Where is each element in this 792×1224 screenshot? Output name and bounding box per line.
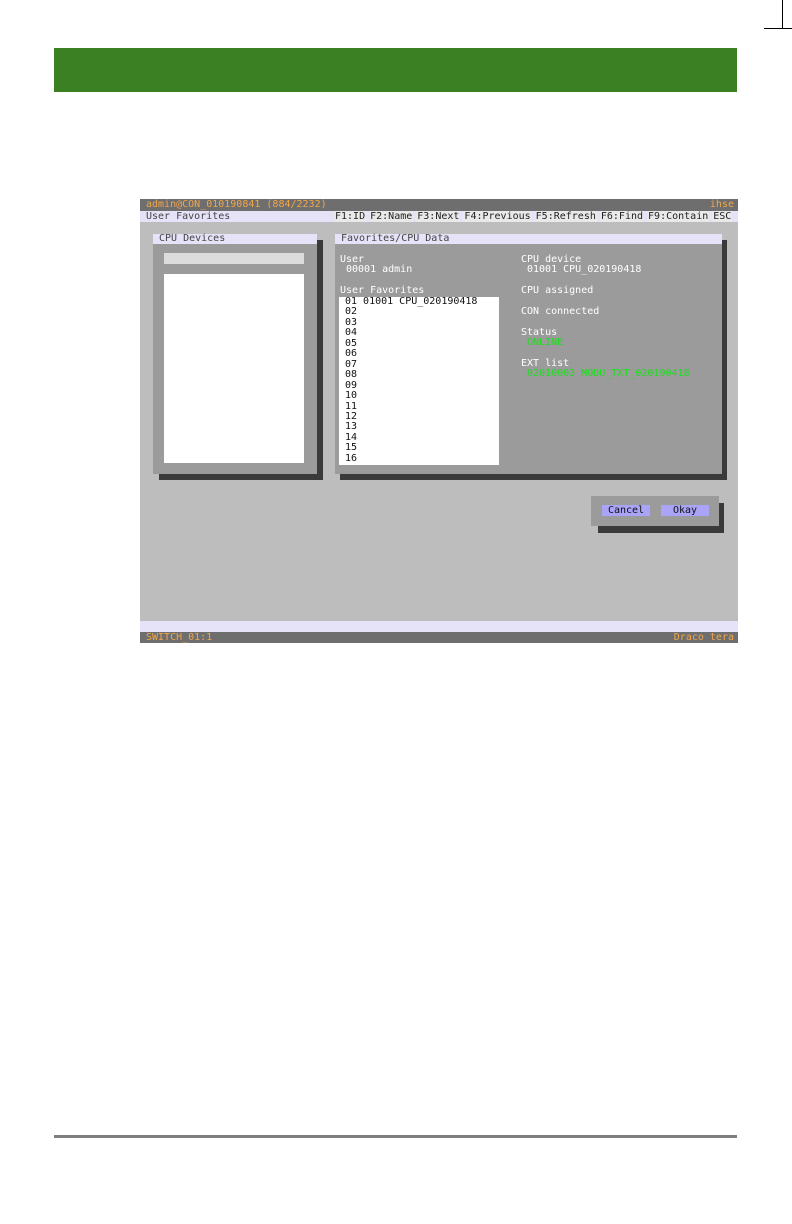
okay-button[interactable]: Okay xyxy=(661,505,709,516)
osd-screenshot: admin@CON_010190841 (884/2232) ihse User… xyxy=(140,199,738,643)
list-item[interactable]: 01 01001 CPU_020190418 xyxy=(339,297,499,307)
f4-previous-key[interactable]: F4:Previous xyxy=(463,211,532,222)
cpu-devices-title: CPU Devices xyxy=(153,234,317,244)
list-item[interactable]: 07 xyxy=(339,359,499,370)
user-value: 00001 admin xyxy=(346,264,413,275)
status-bar xyxy=(140,621,738,632)
cpu-search-input[interactable] xyxy=(164,253,304,264)
f3-next-key[interactable]: F3:Next xyxy=(416,211,461,222)
header-banner xyxy=(54,48,737,92)
crop-mark-horizontal xyxy=(764,28,792,29)
list-item[interactable]: 13 xyxy=(339,421,499,432)
bottom-bar: SWITCH_01:1 Draco tera xyxy=(140,632,738,643)
con-connected-label: CON connected xyxy=(521,306,600,317)
f5-refresh-key[interactable]: F5:Refresh xyxy=(534,211,597,222)
title-bar: admin@CON_010190841 (884/2232) ihse xyxy=(140,199,738,211)
status-value: ONLINE xyxy=(527,337,564,348)
f1-id-key[interactable]: F1:ID xyxy=(334,211,367,222)
button-panel: Cancel Okay xyxy=(591,496,719,526)
cancel-button[interactable]: Cancel xyxy=(602,505,650,516)
list-item[interactable]: 16 xyxy=(339,453,499,464)
cpu-devices-panel: CPU Devices xyxy=(153,234,317,474)
ext-list-value: 02010003 MODU_TXT_020190418 xyxy=(527,368,690,379)
function-key-bar: F1:ID F2:Name F3:Next F4:Previous F5:Ref… xyxy=(334,211,733,222)
menu-bar: User Favorites F1:ID F2:Name F3:Next F4:… xyxy=(140,211,738,222)
brand-label: ihse xyxy=(709,199,734,210)
favorites-panel: Favorites/CPU Data User 00001 admin User… xyxy=(335,234,722,474)
cpu-device-value: 01001 CPU_020190418 xyxy=(527,264,642,275)
favorites-title: Favorites/CPU Data xyxy=(335,234,722,244)
cpu-device-list[interactable] xyxy=(164,274,304,463)
list-item[interactable]: 02 xyxy=(339,306,499,317)
f9-contain-key[interactable]: F9:Contain xyxy=(647,211,710,222)
list-item[interactable]: 04 xyxy=(339,327,499,338)
crop-mark-vertical xyxy=(782,0,783,28)
list-item[interactable]: 12 xyxy=(339,411,499,422)
f6-find-key[interactable]: F6:Find xyxy=(599,211,645,222)
switch-label: SWITCH_01:1 xyxy=(146,632,213,643)
f2-name-key[interactable]: F2:Name xyxy=(369,211,414,222)
list-item[interactable]: 08 xyxy=(339,369,499,380)
list-item[interactable]: 14 xyxy=(339,432,499,443)
list-item[interactable]: 15 xyxy=(339,442,499,453)
user-favorites-list[interactable]: 01 01001 CPU_020190418 02 03 04 05 06 07… xyxy=(339,297,499,465)
session-label: admin@CON_010190841 (884/2232) xyxy=(146,199,327,210)
list-item[interactable]: 10 xyxy=(339,390,499,401)
list-item[interactable]: 09 xyxy=(339,380,499,391)
product-label: Draco tera xyxy=(673,632,734,643)
list-item[interactable]: 03 xyxy=(339,317,499,328)
list-item[interactable]: 06 xyxy=(339,348,499,359)
screen-title: User Favorites xyxy=(146,211,231,222)
list-item[interactable]: 05 xyxy=(339,338,499,349)
esc-key[interactable]: ESC xyxy=(712,211,733,222)
user-favorites-label: User Favorites xyxy=(340,285,425,296)
list-item[interactable]: 11 xyxy=(339,401,499,412)
cpu-assigned-label: CPU assigned xyxy=(521,285,594,296)
footer-rule xyxy=(54,1135,737,1138)
